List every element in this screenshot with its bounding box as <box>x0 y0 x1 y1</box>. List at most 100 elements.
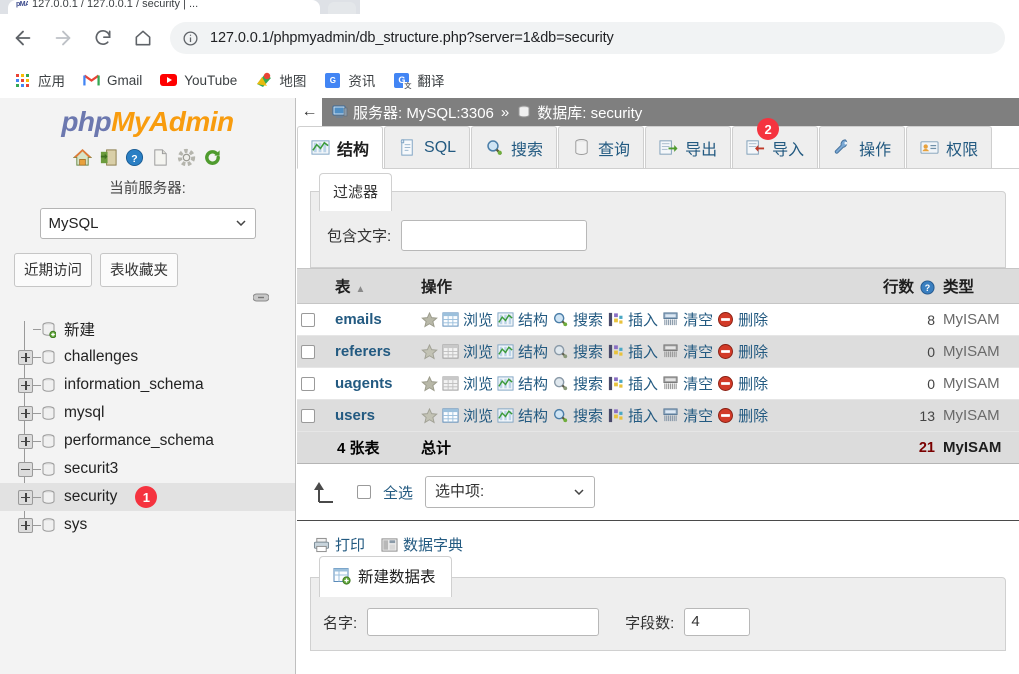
op-structure[interactable]: 结构 <box>497 405 548 426</box>
tab-export[interactable]: 导出 <box>645 126 732 168</box>
favorite-tables-button[interactable]: 表收藏夹 <box>100 253 178 287</box>
tree-toggle-plus-icon[interactable] <box>18 349 33 365</box>
row-checkbox-cell[interactable] <box>297 399 331 432</box>
bookmark-youtube[interactable]: YouTube <box>160 67 237 93</box>
row-checkbox-cell[interactable] <box>297 303 331 336</box>
browser-home-button[interactable] <box>126 21 160 55</box>
bookmark-apps[interactable]: 应用 <box>14 67 65 93</box>
tree-item-mysql[interactable]: mysql <box>0 399 295 427</box>
tab-query[interactable]: 查询 <box>558 126 645 168</box>
server-select[interactable]: MySQL <box>39 208 256 239</box>
bookmark-translate[interactable]: G 翻译 <box>393 67 444 93</box>
settings-icon[interactable] <box>177 148 196 167</box>
row-checkbox[interactable] <box>301 345 315 360</box>
chain-link-icon[interactable] <box>253 293 269 302</box>
row-checkbox[interactable] <box>301 409 315 424</box>
tree-item-information-schema[interactable]: information_schema <box>0 371 295 399</box>
op-structure[interactable]: 结构 <box>497 309 548 330</box>
table-row[interactable]: emails 浏览 结构 搜索 插入 清空 删除 8 MyISAM <box>297 303 1019 336</box>
browser-forward-button[interactable] <box>46 21 80 55</box>
address-bar[interactable]: 127.0.0.1/phpmyadmin/db_structure.php?se… <box>170 22 1005 54</box>
row-checkbox-cell[interactable] <box>297 335 331 368</box>
table-row[interactable]: referers 浏览 结构 搜索 插入 清空 删除 0 MyISAM <box>297 335 1019 368</box>
refresh-icon[interactable] <box>203 148 222 167</box>
op-drop[interactable]: 删除 <box>717 373 768 394</box>
row-checkbox[interactable] <box>301 377 315 392</box>
new-table-name-input[interactable] <box>367 608 600 636</box>
table-row[interactable]: users 浏览 结构 搜索 插入 清空 删除 13 MyISAM <box>297 399 1019 432</box>
tab-sql[interactable]: SQL <box>384 126 471 168</box>
help-circle-icon[interactable]: ? <box>920 280 935 295</box>
op-empty[interactable]: 清空 <box>662 405 713 426</box>
op-drop[interactable]: 删除 <box>717 309 768 330</box>
print-link[interactable]: 打印 <box>313 534 365 555</box>
op-search[interactable]: 搜索 <box>552 405 603 426</box>
select-all-arrow-icon[interactable] <box>311 480 345 504</box>
tree-toggle-plus-icon[interactable] <box>18 433 33 449</box>
logout-icon[interactable] <box>99 148 118 167</box>
op-structure[interactable]: 结构 <box>497 341 548 362</box>
row-checkbox-cell[interactable] <box>297 367 331 400</box>
tree-toggle-minus-icon[interactable] <box>18 461 33 477</box>
info-circle-icon[interactable] <box>182 30 199 47</box>
op-insert[interactable]: 插入 <box>607 405 658 426</box>
op-insert[interactable]: 插入 <box>607 309 658 330</box>
op-search[interactable]: 搜索 <box>552 341 603 362</box>
recent-tables-button[interactable]: 近期访问 <box>14 253 92 287</box>
tree-toggle-plus-icon[interactable] <box>18 377 33 393</box>
op-empty[interactable]: 清空 <box>662 373 713 394</box>
bookmark-maps[interactable]: 地图 <box>255 67 306 93</box>
favorite-star-icon[interactable] <box>421 311 438 328</box>
th-table[interactable]: 表 ▲ <box>331 268 417 304</box>
browser-reload-button[interactable] <box>86 21 120 55</box>
bookmark-gmail[interactable]: Gmail <box>83 67 142 93</box>
docs-icon[interactable] <box>151 148 170 167</box>
filter-contains-input[interactable] <box>401 220 588 251</box>
row-checkbox[interactable] <box>301 313 315 328</box>
row-table-name[interactable]: emails <box>331 303 417 336</box>
help-icon[interactable]: ? <box>125 148 144 167</box>
tree-item-security[interactable]: security 1 <box>0 483 295 511</box>
tree-item-challenges[interactable]: challenges <box>0 343 295 371</box>
favorite-star-icon[interactable] <box>421 375 438 392</box>
op-drop[interactable]: 删除 <box>717 341 768 362</box>
check-all-label[interactable]: 全选 <box>383 482 413 503</box>
tree-toggle-plus-icon[interactable] <box>18 489 33 505</box>
home-icon[interactable] <box>72 148 93 167</box>
row-table-name[interactable]: uagents <box>331 367 417 400</box>
data-dictionary-link[interactable]: 数据字典 <box>381 534 463 555</box>
op-browse[interactable]: 浏览 <box>442 405 493 426</box>
browser-back-button[interactable] <box>6 21 40 55</box>
tree-item-securit3[interactable]: securit3 <box>0 455 295 483</box>
tree-item-sys[interactable]: sys <box>0 511 295 539</box>
row-table-name[interactable]: users <box>331 399 417 432</box>
op-structure[interactable]: 结构 <box>497 373 548 394</box>
tab-structure[interactable]: 结构 <box>297 126 384 169</box>
breadcrumb-server-text[interactable]: 服务器: MySQL:3306 <box>353 102 494 123</box>
check-all-checkbox[interactable] <box>357 485 371 499</box>
new-table-cols-input[interactable]: 4 <box>684 608 751 636</box>
tab-search[interactable]: 搜索 <box>471 126 558 168</box>
browser-tab-active[interactable]: pMA 127.0.0.1 / 127.0.0.1 / security | ..… <box>8 0 320 14</box>
tree-item-performance-schema[interactable]: performance_schema <box>0 427 295 455</box>
favorite-star-icon[interactable] <box>421 343 438 360</box>
sidebar-collapse-button[interactable]: ← <box>297 98 322 126</box>
op-drop[interactable]: 删除 <box>717 405 768 426</box>
phpmyadmin-logo[interactable]: phpMyAdmin <box>0 106 295 138</box>
op-search[interactable]: 搜索 <box>552 373 603 394</box>
op-browse[interactable]: 浏览 <box>442 309 493 330</box>
new-tab-button[interactable] <box>328 2 356 14</box>
table-row[interactable]: uagents 浏览 结构 搜索 插入 清空 删除 0 MyISAM <box>297 367 1019 400</box>
tab-import[interactable]: 2 导入 <box>732 118 819 168</box>
op-browse[interactable]: 浏览 <box>442 341 493 362</box>
row-table-name[interactable]: referers <box>331 335 417 368</box>
tree-item-new[interactable]: 新建 <box>0 315 295 343</box>
favorite-star-icon[interactable] <box>421 407 438 424</box>
op-browse[interactable]: 浏览 <box>442 373 493 394</box>
breadcrumb-db-text[interactable]: 数据库: security <box>537 102 642 123</box>
tab-operations[interactable]: 操作 <box>819 126 906 168</box>
bookmark-news[interactable]: G 资讯 <box>324 67 375 93</box>
op-insert[interactable]: 插入 <box>607 373 658 394</box>
tab-privileges[interactable]: 权限 <box>906 126 993 168</box>
op-insert[interactable]: 插入 <box>607 341 658 362</box>
